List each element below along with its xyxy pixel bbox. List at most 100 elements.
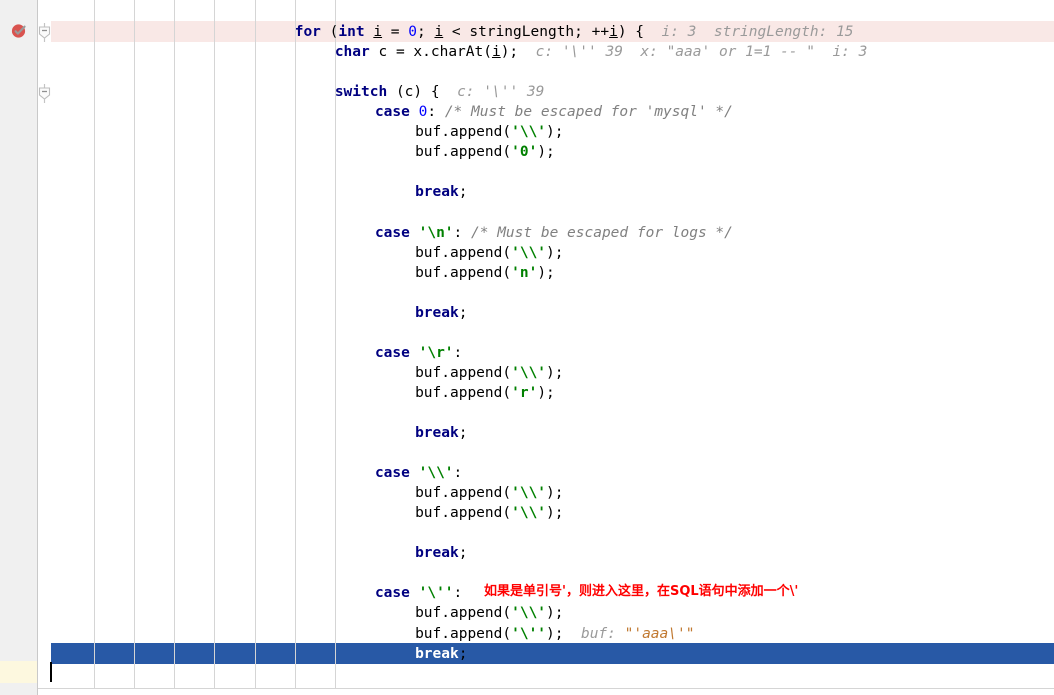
code-token: ); [546, 244, 564, 261]
code-token: c = x.charAt( [369, 44, 492, 61]
code-token: ; [458, 545, 468, 562]
code-token: < stringLength; ++ [443, 24, 610, 40]
code-token: break [415, 545, 459, 562]
code-token: case [374, 585, 410, 602]
code-token: ; [417, 24, 435, 40]
code-token: buf.append( [415, 625, 512, 642]
breakpoint-verified-icon[interactable] [11, 22, 28, 39]
inline-debug-hint: c: '\'' 39 [439, 84, 545, 101]
code-token: ; [458, 184, 468, 201]
code-token: ); [537, 144, 555, 161]
code-token: '0' [511, 144, 538, 161]
code-token: /* Must be escaped for 'mysql' */ [444, 104, 733, 121]
editor-fold-gutter[interactable] [38, 0, 51, 695]
code-token: '\\' [511, 244, 547, 261]
code-token: : [453, 224, 471, 241]
code-token: : [453, 585, 463, 602]
code-token: buf.append( [415, 485, 512, 502]
code-token: buf.append( [415, 505, 512, 522]
code-token: break [415, 304, 459, 321]
code-token: char [334, 44, 370, 61]
code-token: ); [500, 44, 519, 61]
code-line[interactable]: case '\\': [0, 463, 462, 483]
code-token: '\'' [418, 585, 454, 602]
code-token: '\n' [418, 224, 454, 241]
code-line[interactable]: char c = x.charAt(i); c: '\'' 39 x: "aaa… [0, 42, 868, 62]
code-line[interactable]: buf.append('\\'); [0, 243, 564, 263]
code-token: 'r' [511, 384, 538, 401]
code-line[interactable]: buf.append('\\'); [0, 603, 564, 623]
code-line[interactable]: buf.append('r'); [0, 383, 555, 403]
gutter-bottom-filler [0, 683, 37, 695]
code-token: ); [546, 485, 564, 502]
code-line[interactable]: buf.append('\\'); [0, 503, 564, 523]
code-token: ; [458, 304, 468, 321]
code-line[interactable]: break; [0, 303, 467, 323]
code-line[interactable]: buf.append('\\'); [0, 122, 563, 142]
code-token: : [427, 104, 445, 121]
code-token: '\\' [511, 124, 547, 141]
editor-gutter[interactable] [0, 0, 38, 695]
code-line[interactable]: case '\'': [0, 583, 462, 603]
code-token: ); [537, 264, 555, 281]
code-line[interactable]: buf.append('\''); buf: "'aaa\'" [0, 624, 694, 644]
code-token: i [609, 24, 618, 40]
code-token: case [374, 344, 410, 361]
code-line[interactable]: break; [0, 423, 467, 443]
code-line[interactable]: case '\n': /* Must be escaped for logs *… [0, 223, 733, 243]
code-token: break [415, 645, 459, 662]
code-token: : [453, 344, 463, 361]
code-token: break [415, 425, 459, 441]
code-token: break [415, 184, 459, 201]
text-caret [50, 662, 52, 682]
code-line[interactable]: case '\r': [0, 343, 462, 363]
fold-collapse-icon[interactable] [38, 84, 51, 103]
fold-collapse-icon[interactable] [38, 23, 51, 42]
code-token: '\\' [511, 485, 547, 502]
inline-debug-hint: buf: [563, 625, 625, 642]
code-token: ); [546, 625, 564, 642]
code-token: buf.append( [415, 364, 512, 381]
code-line[interactable]: switch (c) { c: '\'' 39 [0, 82, 545, 102]
code-token: ( [320, 24, 339, 40]
code-token: ) { [617, 24, 645, 40]
code-token: '\\' [511, 605, 547, 622]
code-line[interactable]: case 0: /* Must be escaped for 'mysql' *… [0, 102, 733, 122]
code-token: ); [546, 605, 564, 622]
code-line[interactable]: break; [0, 182, 467, 202]
code-editor[interactable]: for (int i = 0; i < stringLength; ++i) {… [0, 0, 1054, 695]
code-token: (c) { [387, 84, 440, 101]
code-token: case [374, 465, 410, 482]
code-line[interactable]: buf.append('0'); [0, 142, 555, 162]
code-token: for [294, 24, 321, 40]
code-token: buf.append( [415, 144, 512, 161]
code-token: '\\' [418, 465, 454, 482]
code-token: = [382, 24, 409, 40]
code-token: i [491, 44, 501, 61]
code-line[interactable]: buf.append('\\'); [0, 363, 563, 383]
code-token: ); [546, 505, 564, 522]
code-token: case [374, 104, 410, 121]
code-token: 'n' [511, 264, 538, 281]
inline-debug-hint: "'aaa\'" [624, 625, 695, 642]
editor-bottom-divider [38, 688, 1054, 689]
code-token: int [338, 24, 365, 40]
inline-debug-hint: i: 3 stringLength: 15 [644, 24, 854, 40]
code-token: ; [458, 425, 468, 441]
code-line[interactable]: buf.append('\\'); [0, 483, 564, 503]
code-line[interactable]: break; [0, 543, 467, 563]
code-token: 0 [408, 24, 417, 40]
code-line[interactable]: buf.append('n'); [0, 263, 555, 283]
code-line[interactable]: break; [0, 644, 467, 664]
code-token: switch [334, 84, 388, 101]
code-token: ; [458, 645, 468, 662]
code-token: case [374, 224, 410, 241]
code-token: buf.append( [415, 244, 512, 261]
code-token: '\\' [511, 364, 547, 381]
code-line[interactable]: for (int i = 0; i < stringLength; ++i) {… [0, 22, 854, 42]
annotation-note: 如果是单引号'，则进入这里，在SQL语句中添加一个\' [484, 584, 799, 599]
